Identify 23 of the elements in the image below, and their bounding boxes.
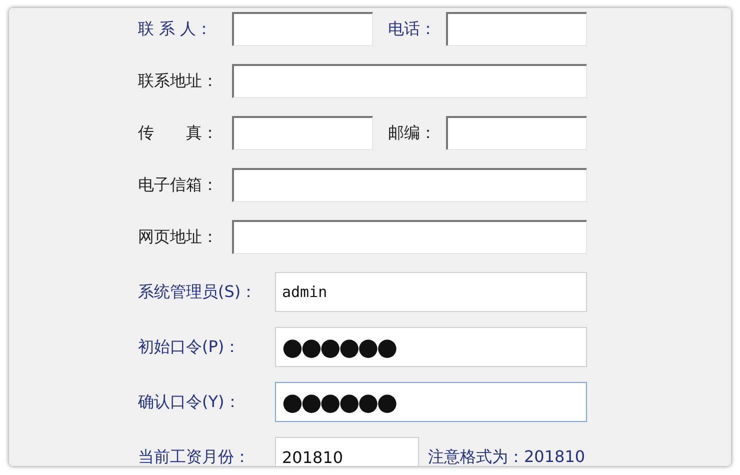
field-label: 系统管理员(S)： — [138, 282, 258, 302]
input-field[interactable]: 201810 — [275, 437, 419, 466]
field-label: 确认口令(Y)： — [138, 392, 242, 412]
input-field[interactable] — [232, 12, 373, 46]
field-label: 当前工资月份： — [138, 446, 251, 466]
field-label: 电话： — [388, 18, 437, 40]
input-field[interactable]: ●●●●●● — [275, 382, 587, 422]
field-label: 电子信箱： — [138, 174, 219, 196]
format-note: 注意格式为：201810 — [428, 446, 586, 466]
input-field[interactable] — [232, 64, 587, 98]
input-field[interactable] — [232, 116, 373, 150]
input-field[interactable]: admin — [275, 272, 587, 312]
field-label: 传 真： — [138, 122, 219, 144]
field-label: 网页地址： — [138, 226, 219, 248]
field-label: 邮编： — [388, 122, 437, 144]
input-field[interactable] — [232, 168, 587, 202]
field-label: 初始口令(P)： — [138, 336, 242, 358]
input-field[interactable]: ●●●●●● — [275, 327, 587, 367]
field-label: 联系地址： — [138, 70, 219, 92]
input-field[interactable] — [446, 116, 587, 150]
field-label: 联 系 人： — [138, 18, 214, 40]
input-field[interactable] — [232, 220, 587, 254]
input-field[interactable] — [446, 12, 587, 46]
